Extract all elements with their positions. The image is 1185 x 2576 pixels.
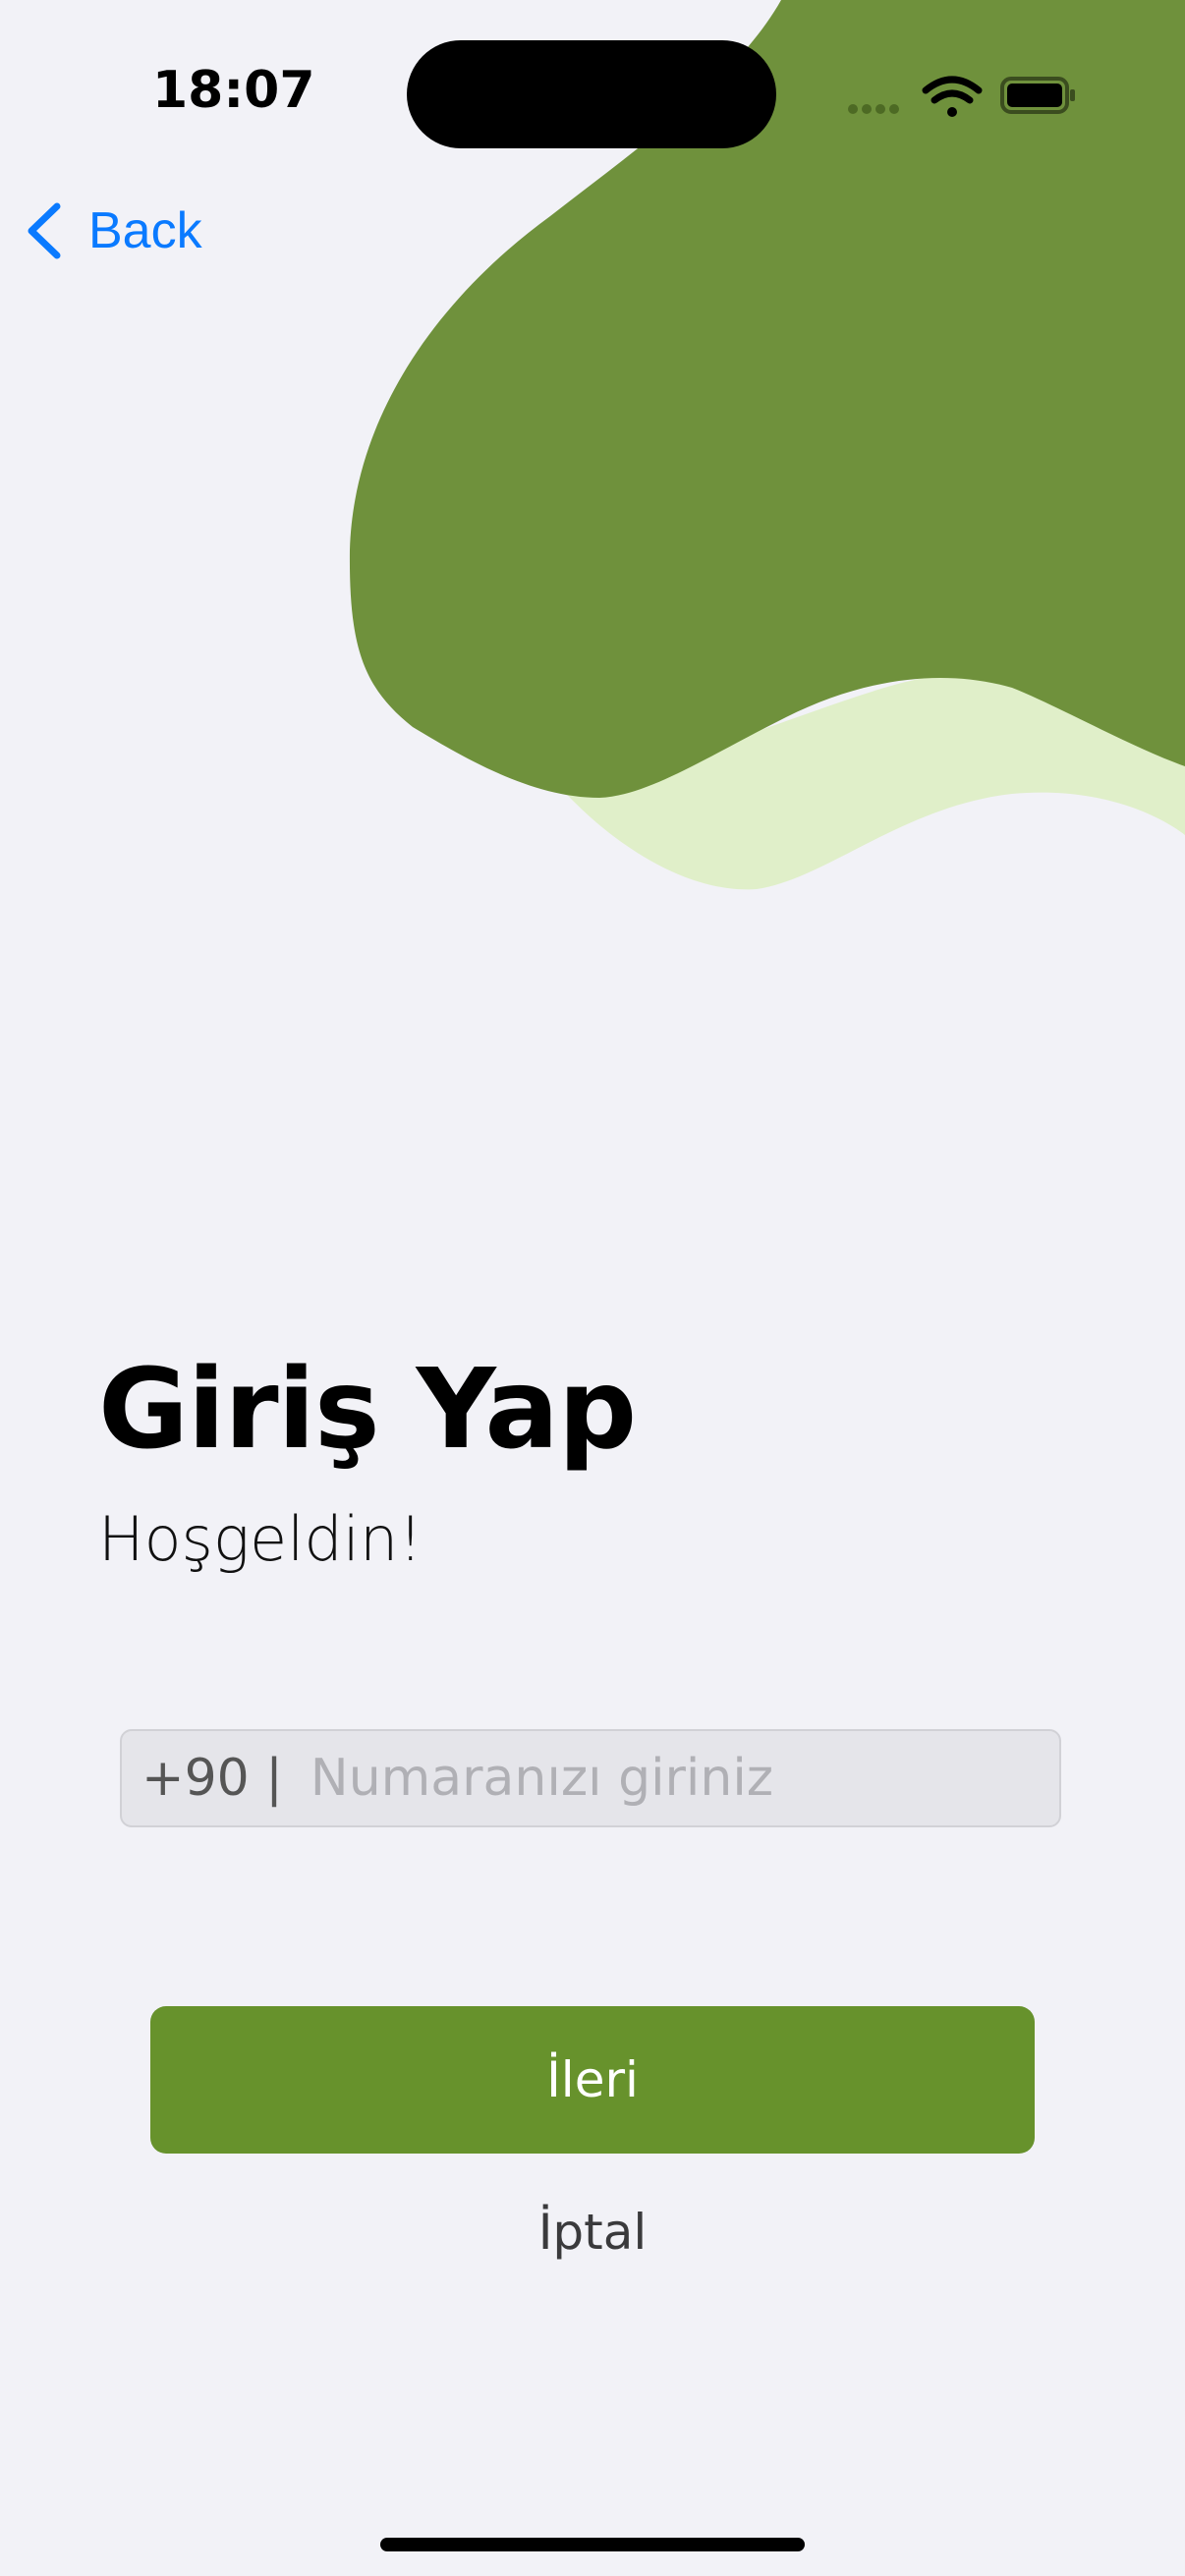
page-title: Giriş Yap <box>98 1346 637 1474</box>
next-button[interactable]: İleri <box>150 2006 1035 2154</box>
back-button[interactable]: Back <box>24 196 202 265</box>
login-screen: 18:07 Back Giriş Yap Hoşgeldin! +90 | Nu… <box>0 0 1185 2576</box>
status-bar: 18:07 <box>0 0 1185 187</box>
chevron-left-icon <box>28 202 61 259</box>
phone-field[interactable]: +90 | <box>120 1729 1061 1827</box>
page-subtitle: Hoşgeldin! <box>98 1503 423 1575</box>
back-label: Back <box>88 202 202 259</box>
dynamic-island <box>407 40 776 148</box>
status-icons <box>848 76 1075 117</box>
cancel-button[interactable]: İptal <box>445 2193 740 2271</box>
status-time: 18:07 <box>152 61 315 120</box>
battery-icon <box>1000 77 1075 114</box>
home-indicator <box>380 2538 805 2551</box>
country-code-prefix: +90 | <box>141 1749 283 1808</box>
wifi-icon <box>922 76 983 117</box>
phone-number-input[interactable] <box>310 1734 1059 1822</box>
signal-dots-icon <box>848 104 899 114</box>
